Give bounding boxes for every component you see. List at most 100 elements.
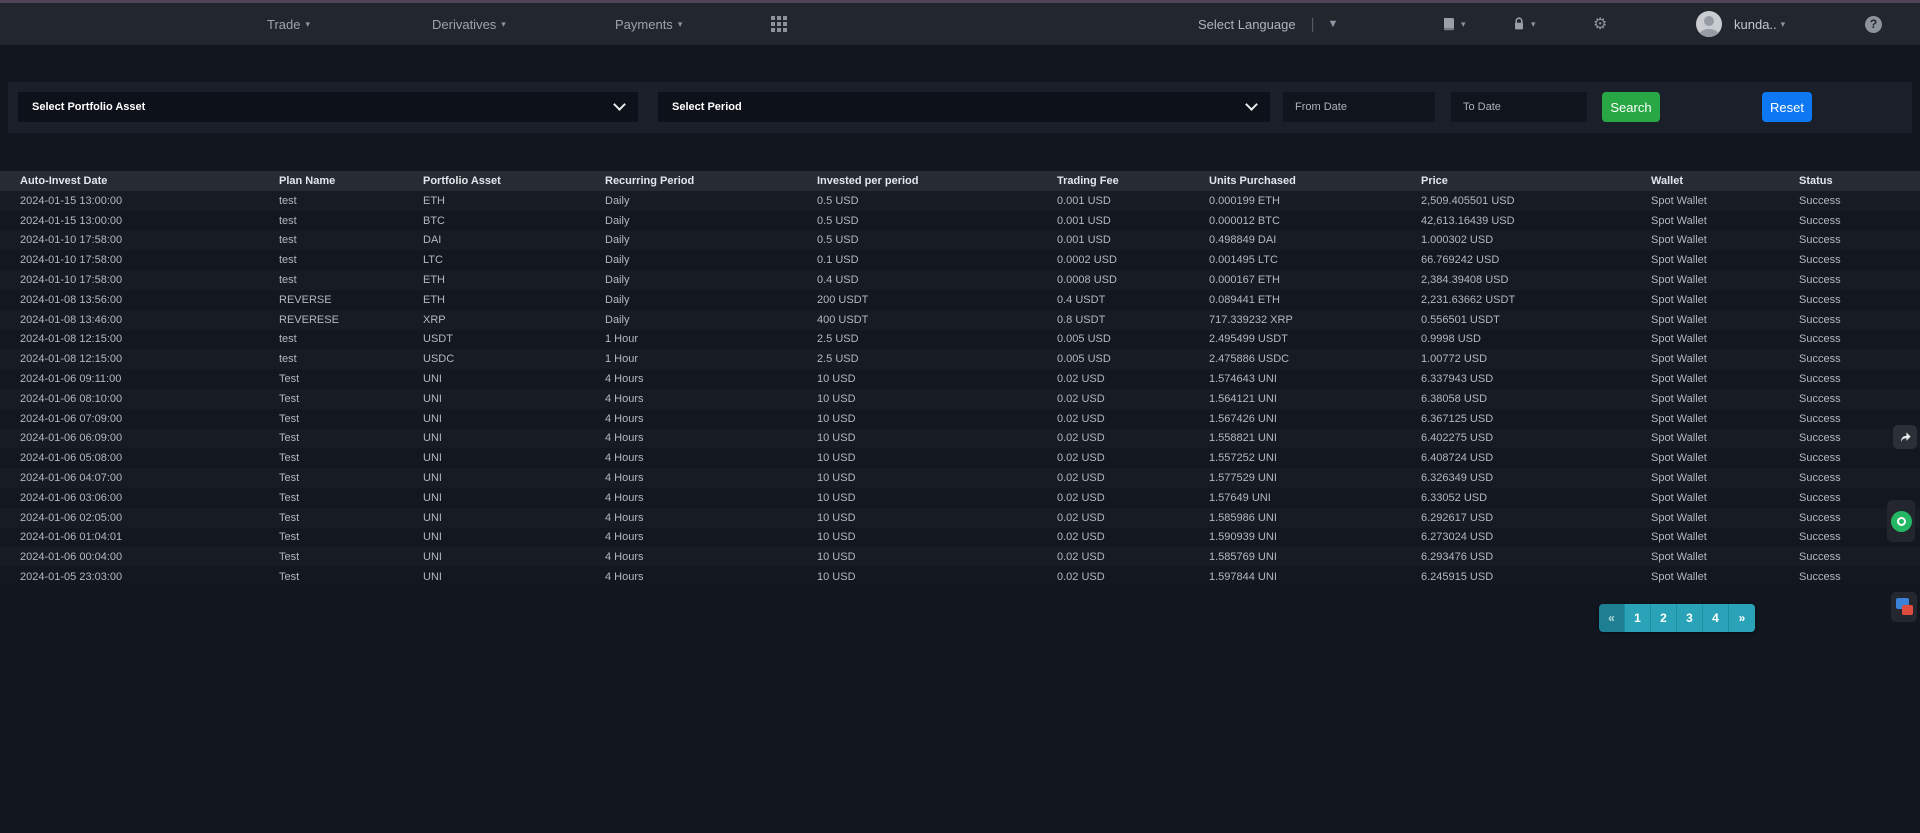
table-cell: 6.367125 USD (1401, 409, 1631, 429)
pagination-next-button[interactable]: » (1729, 604, 1755, 632)
table-cell: Success (1779, 211, 1920, 231)
pagination-page-1[interactable]: 1 (1625, 604, 1651, 632)
security-menu[interactable]: ▾ (1511, 3, 1536, 45)
table-cell: Test (259, 468, 403, 488)
table-cell: 2,509.405501 USD (1401, 191, 1631, 211)
col-portfolio-asset: Portfolio Asset (403, 171, 585, 191)
table-cell: 10 USD (797, 429, 1037, 449)
table-cell: UNI (403, 508, 585, 528)
table-cell: 4 Hours (585, 448, 797, 468)
table-cell: 10 USD (797, 488, 1037, 508)
chevron-down-icon (613, 98, 626, 111)
table-cell: 4 Hours (585, 567, 797, 587)
table-cell: Spot Wallet (1631, 369, 1779, 389)
table-cell: 2024-01-08 13:46:00 (0, 310, 259, 330)
reset-button[interactable]: Reset (1762, 92, 1812, 122)
table-cell: 2024-01-06 01:04:01 (0, 528, 259, 548)
nav-derivatives[interactable]: Derivatives ▾ (432, 3, 506, 45)
table-cell: 2024-01-08 12:15:00 (0, 330, 259, 350)
table-cell: BTC (403, 211, 585, 231)
table-cell: 1.577529 UNI (1189, 468, 1401, 488)
table-cell: 6.326349 USD (1401, 468, 1631, 488)
search-button[interactable]: Search (1602, 92, 1660, 122)
table-cell: 2024-01-06 07:09:00 (0, 409, 259, 429)
table-cell: 2024-01-08 12:15:00 (0, 349, 259, 369)
table-cell: USDC (403, 349, 585, 369)
pagination-prev-button[interactable]: « (1599, 604, 1625, 632)
table-cell: 0.000167 ETH (1189, 270, 1401, 290)
table-cell: 0.02 USD (1037, 468, 1189, 488)
table-cell: 1.597844 UNI (1189, 567, 1401, 587)
table-cell: Spot Wallet (1631, 330, 1779, 350)
table-row: 2024-01-10 17:58:00testDAIDaily0.5 USD0.… (0, 231, 1920, 251)
table-cell: Success (1779, 389, 1920, 409)
table-cell: 1.00772 USD (1401, 349, 1631, 369)
to-date-input[interactable] (1451, 92, 1587, 122)
table-cell: 2024-01-05 23:03:00 (0, 567, 259, 587)
table-cell: 2024-01-10 17:58:00 (0, 250, 259, 270)
table-cell: 6.38058 USD (1401, 389, 1631, 409)
table-cell: Spot Wallet (1631, 310, 1779, 330)
table-cell: Spot Wallet (1631, 547, 1779, 567)
nav-trade[interactable]: Trade ▾ (267, 3, 310, 45)
table-cell: 2024-01-08 13:56:00 (0, 290, 259, 310)
pagination-page-4[interactable]: 4 (1703, 604, 1729, 632)
table-cell: Success (1779, 191, 1920, 211)
table-cell: 2024-01-06 03:06:00 (0, 488, 259, 508)
table-cell: test (259, 330, 403, 350)
language-selector[interactable]: Select Language | ▼ (1198, 3, 1338, 45)
table-cell: 0.02 USD (1037, 488, 1189, 508)
table-cell: ETH (403, 270, 585, 290)
help-button[interactable]: ? (1865, 3, 1882, 45)
user-menu[interactable]: kunda.. ▾ (1696, 3, 1785, 45)
table-cell: Success (1779, 448, 1920, 468)
table-cell: 2024-01-06 04:07:00 (0, 468, 259, 488)
orders-menu[interactable]: ▾ (1441, 3, 1466, 45)
col-wallet: Wallet (1631, 171, 1779, 191)
share-widget-button[interactable] (1893, 425, 1917, 449)
table-cell: Success (1779, 310, 1920, 330)
table-cell: 2024-01-06 02:05:00 (0, 508, 259, 528)
table-cell: UNI (403, 488, 585, 508)
table-cell: REVERSE (259, 290, 403, 310)
table-cell: Test (259, 488, 403, 508)
from-date-input[interactable] (1283, 92, 1435, 122)
portfolio-asset-select[interactable]: Select Portfolio Asset (18, 92, 638, 122)
nav-payments[interactable]: Payments ▾ (615, 3, 682, 45)
table-cell: Spot Wallet (1631, 528, 1779, 548)
table-cell: 4 Hours (585, 369, 797, 389)
table-cell: Spot Wallet (1631, 409, 1779, 429)
table-row: 2024-01-06 01:04:01TestUNI4 Hours10 USD0… (0, 528, 1920, 548)
nav-derivatives-label: Derivatives (432, 17, 496, 32)
table-cell: Test (259, 369, 403, 389)
settings-button[interactable]: ⚙ (1593, 3, 1607, 45)
pagination-page-2[interactable]: 2 (1651, 604, 1677, 632)
table-cell: 0.5 USD (797, 211, 1037, 231)
table-cell: Success (1779, 250, 1920, 270)
table-cell: 10 USD (797, 547, 1037, 567)
table-cell: 2,231.63662 USDT (1401, 290, 1631, 310)
support-widget-button[interactable] (1887, 500, 1915, 542)
table-cell: ETH (403, 191, 585, 211)
table-cell: 2024-01-10 17:58:00 (0, 270, 259, 290)
table-cell: 400 USDT (797, 310, 1037, 330)
table-cell: Test (259, 389, 403, 409)
table-cell: 2024-01-10 17:58:00 (0, 231, 259, 251)
table-cell: 6.33052 USD (1401, 488, 1631, 508)
table-cell: 6.402275 USD (1401, 429, 1631, 449)
table-cell: 2024-01-06 00:04:00 (0, 547, 259, 567)
col-trading-fee: Trading Fee (1037, 171, 1189, 191)
table-cell: Spot Wallet (1631, 448, 1779, 468)
table-cell: 0.4 USDT (1037, 290, 1189, 310)
table-cell: DAI (403, 231, 585, 251)
table-row: 2024-01-10 17:58:00testLTCDaily0.1 USD0.… (0, 250, 1920, 270)
period-select[interactable]: Select Period (658, 92, 1270, 122)
table-cell: 1.567426 UNI (1189, 409, 1401, 429)
table-cell: 10 USD (797, 389, 1037, 409)
chat-widget-button[interactable] (1891, 592, 1917, 622)
apps-grid-icon[interactable] (771, 3, 787, 45)
table-row: 2024-01-05 23:03:00TestUNI4 Hours10 USD0… (0, 567, 1920, 587)
pagination-page-3[interactable]: 3 (1677, 604, 1703, 632)
table-cell: REVERESE (259, 310, 403, 330)
lock-icon (1511, 16, 1527, 32)
